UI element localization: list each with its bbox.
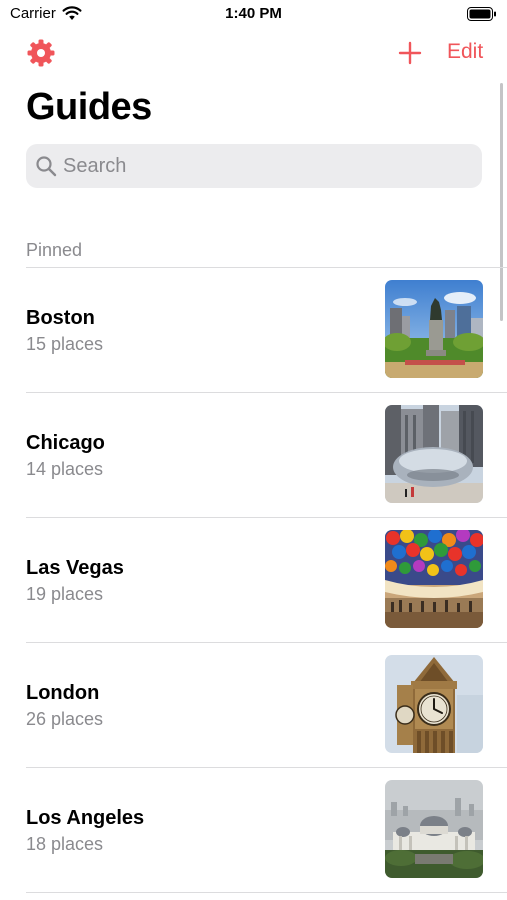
status-time: 1:40 PM [225,5,282,22]
guide-place-count: 14 places [26,459,104,479]
guide-name: Chicago [26,432,105,454]
guide-place-count: 19 places [26,584,104,604]
guide-thumbnail-statue [385,280,483,378]
guide-thumbnail-observatory [385,780,483,878]
guide-name: Las Vegas [26,557,124,579]
guide-row-los-angeles[interactable]: Los Angeles 18 places [0,768,507,893]
page-title: Guides [26,86,152,128]
guide-thumbnail-glass-ceiling [385,530,483,628]
battery-icon [467,7,497,21]
guides-list: Boston 15 places Chicago 14 places Las V… [0,268,507,893]
guide-place-count: 26 places [26,709,104,729]
guide-row-chicago[interactable]: Chicago 14 places [0,393,507,518]
settings-gear-icon[interactable] [26,38,56,68]
guide-name: Boston [26,307,95,329]
section-header-pinned: Pinned [26,240,83,260]
guide-name: London [26,682,100,704]
guide-row-london[interactable]: London 26 places [0,643,507,768]
guide-place-count: 15 places [26,334,104,354]
guide-thumbnail-bean [385,405,483,503]
status-bar: Carrier 1:40 PM [0,0,507,30]
guide-row-las-vegas[interactable]: Las Vegas 19 places [0,518,507,643]
edit-button[interactable]: Edit [447,40,483,64]
guide-row-boston[interactable]: Boston 15 places [0,268,507,393]
guide-thumbnail-clock-tower [385,655,483,753]
guide-name: Los Angeles [26,807,145,829]
search-placeholder[interactable]: Search [63,155,126,178]
search-bar[interactable]: Search [26,144,482,188]
row-divider [26,892,507,893]
add-guide-plus-icon[interactable] [398,41,422,65]
guides-screen: Carrier 1:40 PM Edit Guides Search Pinne… [0,0,507,900]
guide-place-count: 18 places [26,834,104,854]
search-icon [35,155,57,177]
